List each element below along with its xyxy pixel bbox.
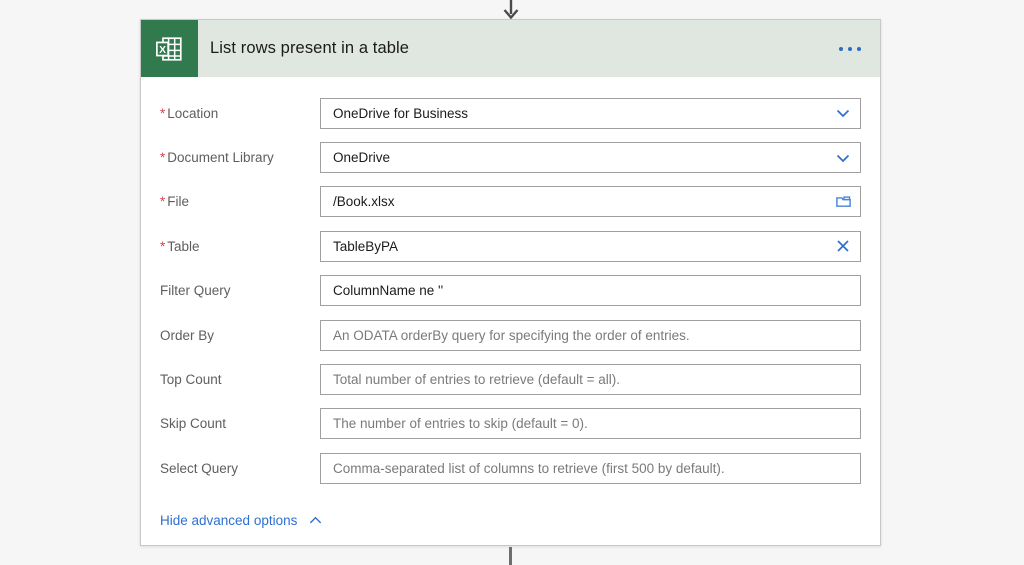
field-row-document-library: * Document Library <box>160 135 861 179</box>
field-control-top-count <box>320 364 861 396</box>
bottom-connector-line <box>509 547 512 565</box>
card-body: *Location *Document Library *File <box>141 77 880 491</box>
order-by-input[interactable] <box>320 319 861 351</box>
field-label-table: * Table <box>160 239 320 254</box>
field-label-file: * File <box>160 194 320 209</box>
field-label-filter-query: Filter Query <box>160 283 320 298</box>
field-control-skip-count <box>320 408 861 440</box>
field-control-filter-query <box>320 275 861 307</box>
field-row-top-count: Top Count <box>160 357 861 401</box>
required-asterisk: * <box>160 105 166 121</box>
field-row-filter-query: Filter Query <box>160 269 861 313</box>
hide-advanced-options-button[interactable]: Hide advanced options <box>160 513 323 528</box>
menu-dot <box>839 46 843 51</box>
chevron-up-icon <box>310 516 322 523</box>
document-library-input[interactable] <box>320 142 861 174</box>
field-control-document-library <box>320 142 861 174</box>
label-text: Filter Query <box>160 283 231 299</box>
label-text: Select Query <box>160 460 239 476</box>
required-asterisk: * <box>160 238 166 254</box>
card-header[interactable]: X List rows present in a table <box>141 20 880 77</box>
field-control-location <box>320 97 861 129</box>
skip-count-input[interactable] <box>320 408 861 440</box>
excel-icon-block: X <box>141 20 198 77</box>
chevron-down-icon[interactable] <box>834 104 852 122</box>
filter-query-input[interactable] <box>320 275 861 307</box>
field-label-location: * Location <box>160 106 320 121</box>
field-label-order-by: Order By <box>160 328 320 343</box>
field-label-select-query: Select Query <box>160 461 320 476</box>
label-text: Order By <box>160 327 215 343</box>
field-label-skip-count: Skip Count <box>160 416 320 431</box>
menu-dot <box>857 46 861 51</box>
field-control-order-by <box>320 319 861 351</box>
label-text: Top Count <box>160 372 222 388</box>
file-input[interactable] <box>320 186 861 218</box>
ellipsis-horizontal-icon[interactable] <box>837 41 863 57</box>
required-asterisk: * <box>160 150 166 166</box>
action-card: X List rows present in a table * Location… <box>140 19 881 546</box>
label-text: Skip Count <box>160 416 227 432</box>
field-row-skip-count: Skip Count <box>160 402 861 446</box>
label-text: Table <box>167 238 200 254</box>
menu-dot <box>848 46 852 51</box>
field-control-table <box>320 230 861 262</box>
top-count-input[interactable] <box>320 364 861 396</box>
excel-icon: X <box>155 36 182 61</box>
label-text: Location <box>167 105 219 121</box>
field-row-file: * File <box>160 180 861 224</box>
field-control-select-query <box>320 452 861 484</box>
label-text: Document Library <box>167 150 274 166</box>
chevron-down-icon[interactable] <box>834 149 852 167</box>
field-control-file <box>320 186 861 218</box>
hide-advanced-options-label: Hide advanced options <box>160 512 298 528</box>
field-row-order-by: Order By <box>160 313 861 357</box>
top-connector <box>0 0 1024 20</box>
field-row-select-query: Select Query <box>160 446 861 490</box>
field-label-top-count: Top Count <box>160 372 320 387</box>
required-asterisk: * <box>160 194 166 210</box>
close-x-icon[interactable] <box>834 237 852 255</box>
location-input[interactable] <box>320 97 861 129</box>
folder-icon[interactable] <box>834 193 852 211</box>
field-row-location: * Location <box>160 91 861 135</box>
label-text: File <box>167 194 190 210</box>
select-query-input[interactable] <box>320 452 861 484</box>
field-row-table: * Table <box>160 224 861 268</box>
svg-text:X: X <box>159 44 166 55</box>
card-title: List rows present in a table <box>210 39 410 57</box>
table-input[interactable] <box>320 230 861 262</box>
field-label-document-library: * Document Library <box>160 150 320 165</box>
